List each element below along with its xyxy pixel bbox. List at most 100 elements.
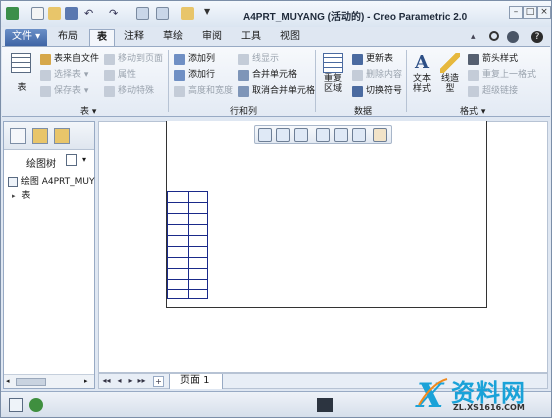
arrow-style-label: 箭头样式	[482, 54, 519, 64]
merge-cells-button[interactable]: 合并单元格	[238, 69, 297, 82]
scroll-left-icon[interactable]: ◂	[6, 377, 10, 385]
move-to-page-label: 移动到页面	[118, 54, 164, 64]
repeat-last-format-button[interactable]: 重复上一格式	[468, 69, 536, 82]
annotation-display-icon[interactable]	[373, 128, 387, 142]
browser-toggle-icon[interactable]	[29, 398, 43, 412]
scroll-thumb[interactable]	[16, 378, 46, 386]
maximize-button[interactable]: □	[523, 6, 537, 19]
select-table-label: 选择表	[54, 70, 82, 80]
zoom-out-icon[interactable]	[294, 128, 308, 142]
regenerate-icon[interactable]	[136, 7, 149, 20]
undo-icon[interactable]: ↶	[84, 7, 97, 20]
search-icon[interactable]	[489, 31, 499, 41]
tab-layout[interactable]: 布局	[51, 29, 85, 46]
text-style-button[interactable]: A 文本样式	[410, 53, 434, 95]
table-button[interactable]	[10, 53, 32, 74]
refit-icon[interactable]	[258, 128, 272, 142]
first-page-icon[interactable]: ◂◂	[101, 376, 112, 387]
add-column-icon	[174, 54, 185, 65]
layers-icon[interactable]	[352, 128, 366, 142]
update-table-button[interactable]: 更新表	[352, 53, 393, 66]
add-row-button[interactable]: 添加行	[174, 69, 215, 82]
hyperlink-button[interactable]: 超级链接	[468, 85, 518, 98]
page-tab[interactable]: 页面 1	[169, 374, 223, 389]
drawing-sheet[interactable]	[166, 121, 487, 308]
zoom-in-icon[interactable]	[276, 128, 290, 142]
delete-content-label: 删除内容	[366, 70, 403, 80]
switch-symbol-label: 切换符号	[366, 86, 403, 96]
move-special-button[interactable]: 移动特殊	[104, 85, 154, 98]
app-window: ↶ ↷ ▼ A4PRT_MUYANG (活动的) - Creo Parametr…	[0, 0, 552, 418]
unmerge-cells-label: 取消合并单元格	[252, 86, 316, 96]
table-from-file-button[interactable]: 表来自文件	[40, 53, 99, 66]
save-table-button[interactable]: 保存表 ▾	[40, 85, 88, 98]
prev-page-icon[interactable]: ◂	[114, 376, 125, 387]
table-row-line	[168, 257, 207, 258]
move-special-icon	[104, 86, 115, 97]
move-to-page-button[interactable]: 移动到页面	[104, 53, 163, 66]
display-style-icon[interactable]	[334, 128, 348, 142]
tab-view[interactable]: 视图	[273, 29, 307, 46]
tree-settings-icon[interactable]	[66, 154, 77, 166]
add-page-button[interactable]: +	[153, 376, 164, 387]
line-style-label: 线造型	[440, 74, 459, 94]
pencil-icon	[440, 53, 460, 73]
group-divider	[315, 50, 316, 112]
unmerge-cells-button[interactable]: 取消合并单元格	[238, 85, 315, 98]
arrow-style-button[interactable]: 箭头样式	[468, 53, 518, 66]
favorites-tab-icon[interactable]	[54, 128, 70, 144]
last-page-icon[interactable]: ▸▸	[136, 376, 147, 387]
tab-annotate[interactable]: 注释	[117, 29, 151, 46]
line-style-button[interactable]: 线造型	[438, 53, 462, 94]
select-table-button[interactable]: 选择表 ▾	[40, 69, 88, 82]
navigator-toggle-icon[interactable]	[9, 398, 23, 412]
folder-browser-tab-icon[interactable]	[32, 128, 48, 144]
drawing-table[interactable]	[167, 191, 208, 299]
delete-content-button[interactable]: 删除内容	[352, 69, 402, 82]
properties-button[interactable]: 属性	[104, 69, 136, 82]
options-icon[interactable]	[507, 31, 519, 43]
drawing-tree-header: 绘图树 ▾	[4, 152, 94, 170]
window-icon[interactable]	[156, 7, 169, 20]
tab-table[interactable]: 表	[89, 29, 115, 46]
show-lines-button[interactable]: 线显示	[238, 53, 279, 66]
tab-file[interactable]: 文件 ▾	[5, 29, 48, 46]
repeat-region-button[interactable]: 重复区域	[320, 53, 346, 94]
arrow-style-icon	[468, 54, 479, 65]
help-icon[interactable]: ?	[531, 31, 543, 43]
model-tree-tab-icon[interactable]	[10, 128, 26, 144]
repaint-icon[interactable]	[316, 128, 330, 142]
switch-symbol-button[interactable]: 切换符号	[352, 85, 402, 98]
redo-icon[interactable]: ↷	[109, 7, 122, 20]
merge-cells-label: 合并单元格	[252, 70, 298, 80]
tree-settings-dropdown-icon[interactable]: ▾	[82, 155, 86, 164]
drawing-canvas[interactable]	[98, 121, 548, 373]
tab-sketch[interactable]: 草绘	[156, 29, 190, 46]
customize-dropdown-icon[interactable]: ▼	[204, 7, 217, 20]
save-table-icon	[40, 86, 51, 97]
tab-sketch-label: 草绘	[163, 31, 183, 42]
save-icon[interactable]	[65, 7, 78, 20]
table-dropdown-button[interactable]: 表	[12, 83, 32, 93]
tab-review[interactable]: 审阅	[195, 29, 229, 46]
minimize-button[interactable]: –	[509, 6, 523, 19]
navigator-hscroll[interactable]: ◂ ▸	[4, 374, 94, 388]
scroll-right-icon[interactable]: ▸	[84, 377, 88, 385]
tab-tools[interactable]: 工具	[234, 29, 268, 46]
next-page-icon[interactable]: ▸	[125, 376, 136, 387]
repeat-region-icon	[323, 53, 343, 73]
collapse-ribbon-icon[interactable]: ▴	[471, 32, 483, 44]
find-icon[interactable]	[317, 398, 333, 412]
height-width-button[interactable]: 高度和宽度	[174, 85, 233, 98]
expand-arrow-icon[interactable]: ▸	[12, 192, 16, 200]
add-column-button[interactable]: 添加列	[174, 53, 215, 66]
tab-view-label: 视图	[280, 31, 300, 42]
add-row-icon	[174, 70, 185, 81]
table-button-label: 表	[17, 83, 27, 93]
tree-item-table[interactable]: ▸ 表	[12, 188, 30, 201]
tree-item-drawing[interactable]: 绘图 A4PRT_MUY	[8, 174, 95, 187]
folder-icon[interactable]	[181, 7, 194, 20]
open-file-icon[interactable]	[48, 7, 61, 20]
new-file-icon[interactable]	[31, 7, 44, 20]
close-button[interactable]: ×	[537, 6, 551, 19]
